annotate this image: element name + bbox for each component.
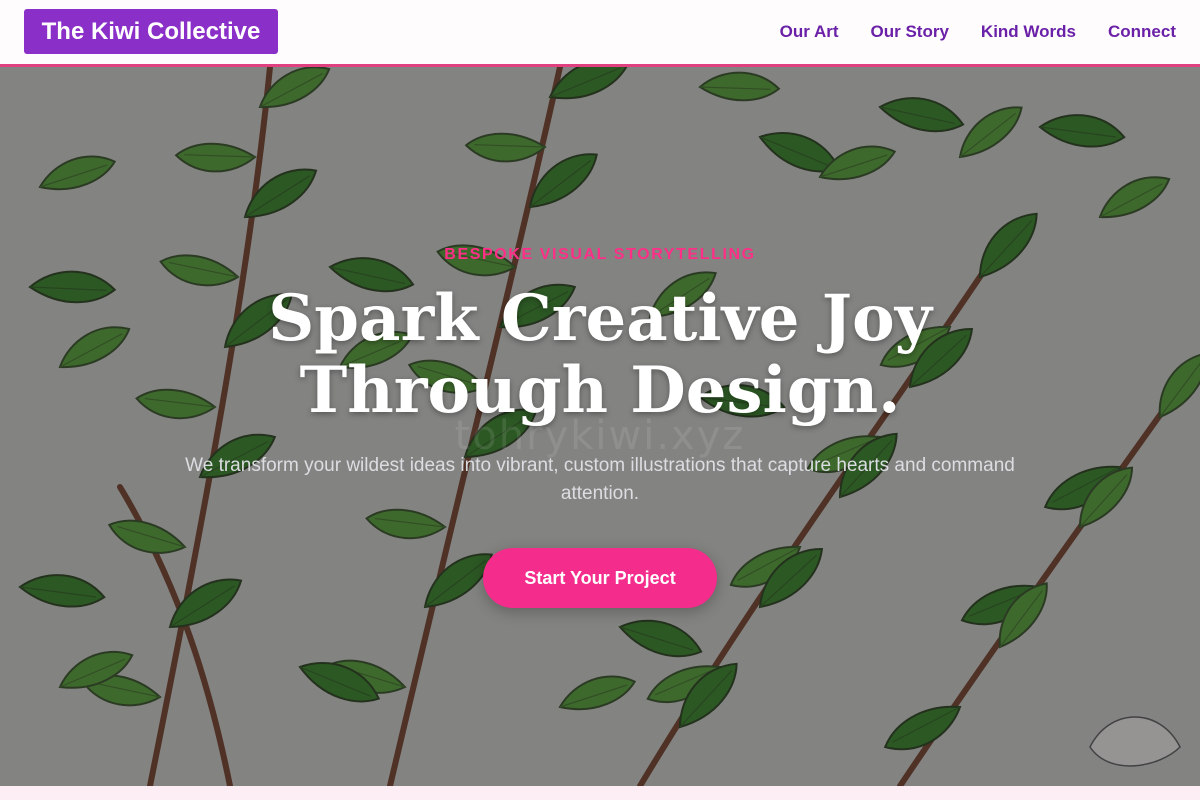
main-nav: Our Art Our Story Kind Words Connect xyxy=(780,0,1176,64)
next-section-edge xyxy=(0,786,1200,800)
nav-link-kind-words[interactable]: Kind Words xyxy=(981,22,1076,42)
hero-headline-line-2: Through Design. xyxy=(299,353,901,428)
logo[interactable]: The Kiwi Collective xyxy=(24,9,278,54)
nav-link-our-art[interactable]: Our Art xyxy=(780,22,839,42)
hero-subtitle: We transform your wildest ideas into vib… xyxy=(185,455,1015,504)
site-header: The Kiwi Collective Our Art Our Story Ki… xyxy=(0,0,1200,67)
hero-section: tohrykiwi.xyz BESPOKE VISUAL STORYTELLIN… xyxy=(0,67,1200,786)
nav-link-our-story[interactable]: Our Story xyxy=(871,22,949,42)
hero-headline-line-1: Spark Creative Joy xyxy=(268,281,932,356)
nav-link-connect[interactable]: Connect xyxy=(1108,22,1176,42)
hero-headline: Spark Creative Joy Through Design. xyxy=(0,283,1200,427)
hero-eyebrow: BESPOKE VISUAL STORYTELLING xyxy=(444,246,756,263)
start-project-button[interactable]: Start Your Project xyxy=(483,548,717,608)
